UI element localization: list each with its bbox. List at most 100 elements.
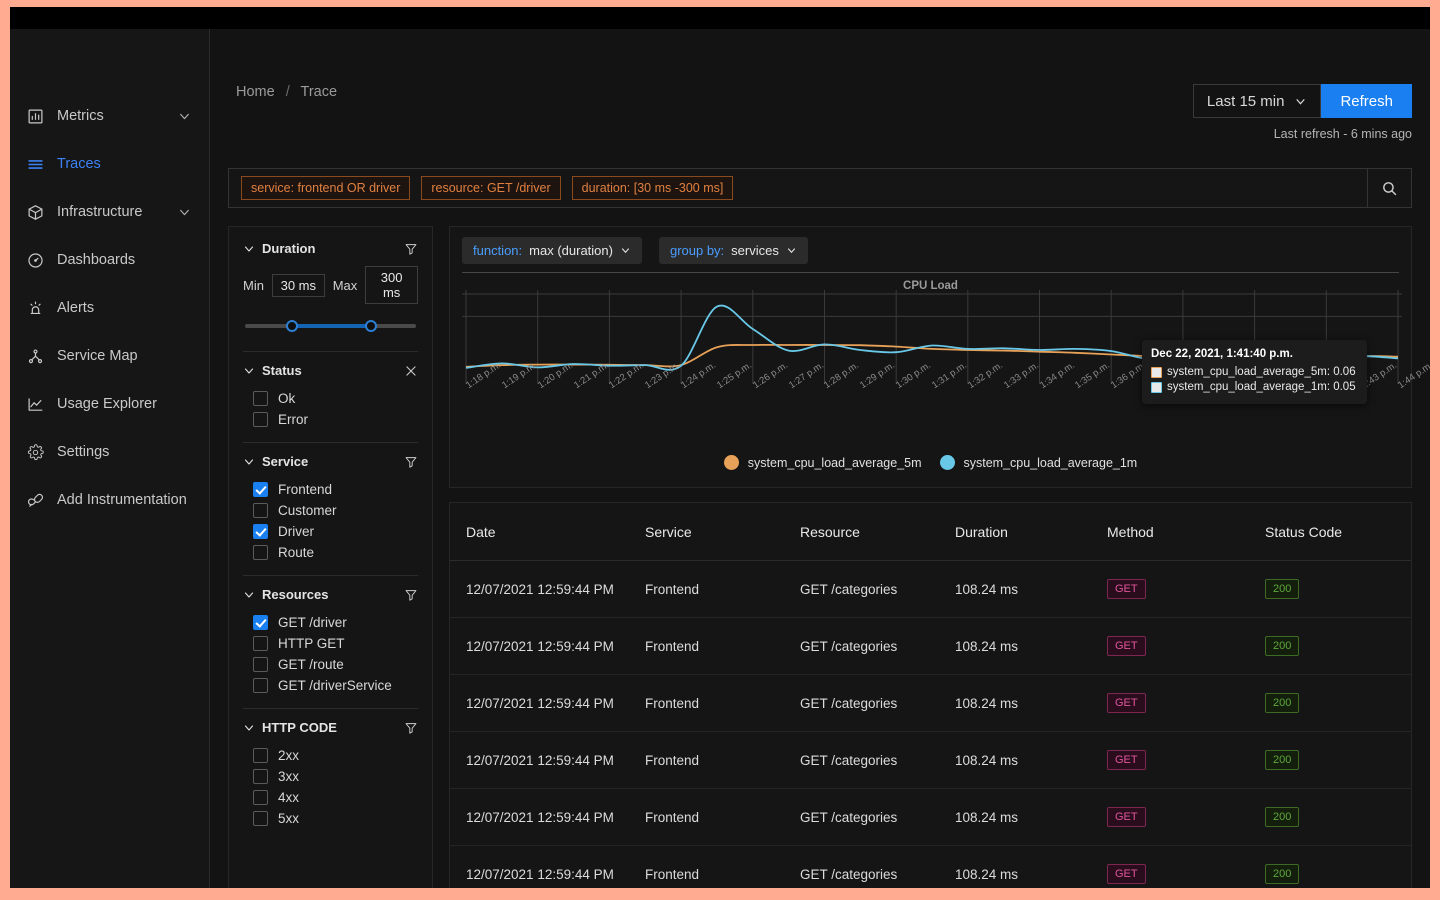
filter-option[interactable]: Frontend <box>243 479 418 500</box>
filter-chip[interactable]: service: frontend OR driver <box>241 176 411 200</box>
method-badge: GET <box>1107 579 1146 599</box>
sidebar-item-usage-explorer[interactable]: Usage Explorer <box>10 389 209 419</box>
table-row[interactable]: 12/07/2021 12:59:44 PM Frontend GET /categ… <box>450 617 1411 675</box>
filter-option[interactable]: GET /driverService <box>243 675 418 696</box>
search-bar[interactable]: service: frontend OR driver resource: GET… <box>228 168 1412 208</box>
breadcrumb-home[interactable]: Home <box>236 84 275 100</box>
sidebar-item-traces[interactable]: Traces <box>10 149 209 179</box>
chevron-down-icon <box>786 245 797 256</box>
time-range-select[interactable]: Last 15 min <box>1192 84 1322 118</box>
filter-option[interactable]: Customer <box>243 500 418 521</box>
legend-item[interactable]: system_cpu_load_average_5m <box>723 455 922 470</box>
filters-panel: Duration Min 30 ms Max 300 ms Status Ok Error Se… <box>228 226 433 888</box>
filter-chip[interactable]: duration: [30 ms -300 ms] <box>571 176 734 200</box>
cell-method: GET <box>1107 560 1265 618</box>
chevron-down-icon[interactable] <box>178 206 191 219</box>
filter-chip[interactable]: resource: GET /driver <box>421 176 561 200</box>
filter-option[interactable]: Route <box>243 542 418 563</box>
chevron-down-icon[interactable] <box>243 722 255 734</box>
filter-section-title: HTTP CODE <box>262 720 337 735</box>
chart-card: function: max (duration) group by: servi… <box>449 226 1430 488</box>
sidebar-item-settings[interactable]: Settings <box>10 437 209 467</box>
cell-date: 12/07/2021 12:59:44 PM <box>450 731 645 789</box>
table-column-header[interactable]: Method <box>1107 503 1265 561</box>
refresh-button[interactable]: Refresh <box>1321 84 1412 118</box>
group-by-select[interactable]: group by: services <box>658 237 808 264</box>
sidebar-item-infrastructure[interactable]: Infrastructure <box>10 197 209 227</box>
sidebar: Metrics Traces Infrastructure Dashboards Ale… <box>10 29 210 888</box>
sidebar-item-service-map[interactable]: Service Map <box>10 341 209 371</box>
duration-max-input[interactable]: 300 ms <box>365 266 418 304</box>
funnel-icon[interactable] <box>404 455 418 469</box>
chevron-down-icon[interactable] <box>243 589 255 601</box>
checkbox[interactable] <box>253 503 268 518</box>
checkbox[interactable] <box>253 412 268 427</box>
checkbox[interactable] <box>253 657 268 672</box>
table-column-header[interactable]: Duration <box>955 503 1107 561</box>
filter-option[interactable]: 4xx <box>243 787 418 808</box>
table-row[interactable]: 12/07/2021 12:59:44 PM Frontend GET /categ… <box>450 560 1411 618</box>
filter-option[interactable]: HTTP GET <box>243 633 418 654</box>
slider-fill <box>289 324 369 328</box>
checkbox[interactable] <box>253 748 268 763</box>
slider-min-handle[interactable] <box>286 320 299 332</box>
breadcrumb: Home / Trace <box>228 84 337 100</box>
cell-method: GET <box>1107 674 1265 732</box>
table-column-header[interactable]: Date <box>450 503 645 561</box>
filter-option[interactable]: 3xx <box>243 766 418 787</box>
checkbox[interactable] <box>253 391 268 406</box>
table-row[interactable]: 12/07/2021 12:59:44 PM Frontend GET /categ… <box>450 845 1411 888</box>
checkbox[interactable] <box>253 790 268 805</box>
slider-max-handle[interactable] <box>364 320 377 332</box>
duration-range-slider[interactable] <box>245 317 416 335</box>
table-header-row: Date Service Resource Duration Method Status … <box>450 503 1411 561</box>
checkbox[interactable] <box>253 615 268 630</box>
filter-option[interactable]: Driver <box>243 521 418 542</box>
chevron-down-icon[interactable] <box>243 243 255 255</box>
cell-resource: GET /categories <box>800 788 955 846</box>
sidebar-item-dashboards[interactable]: Dashboards <box>10 245 209 275</box>
checkbox[interactable] <box>253 678 268 693</box>
table-row[interactable]: 12/07/2021 12:59:44 PM Frontend GET /categ… <box>450 731 1411 789</box>
funnel-icon[interactable] <box>404 588 418 602</box>
cell-service: Frontend <box>645 560 800 618</box>
filter-option[interactable]: 2xx <box>243 745 418 766</box>
checkbox[interactable] <box>253 524 268 539</box>
browser-topbar <box>10 7 1430 29</box>
filter-option[interactable]: Error <box>243 409 418 430</box>
table-column-header[interactable]: Status Code <box>1265 503 1411 561</box>
sidebar-item-alerts[interactable]: Alerts <box>10 293 209 323</box>
checkbox[interactable] <box>253 769 268 784</box>
close-icon[interactable] <box>404 364 418 378</box>
table-row[interactable]: 12/07/2021 12:59:44 PM Frontend GET /categ… <box>450 788 1411 846</box>
search-button[interactable] <box>1367 169 1411 207</box>
duration-min-input[interactable]: 30 ms <box>271 273 325 297</box>
chevron-down-icon[interactable] <box>178 110 191 123</box>
filter-option[interactable]: GET /route <box>243 654 418 675</box>
checkbox[interactable] <box>253 636 268 651</box>
sidebar-item-add-instrumentation[interactable]: Add Instrumentation <box>10 485 209 515</box>
funnel-icon[interactable] <box>404 721 418 735</box>
funnel-icon[interactable] <box>404 242 418 256</box>
filter-section-title: Duration <box>262 241 316 256</box>
sidebar-item-label: Add Instrumentation <box>57 492 187 508</box>
table-column-header[interactable]: Service <box>645 503 800 561</box>
chevron-down-icon[interactable] <box>243 456 255 468</box>
checkbox[interactable] <box>253 545 268 560</box>
cell-date: 12/07/2021 12:59:44 PM <box>450 845 645 888</box>
checkbox[interactable] <box>253 811 268 826</box>
filter-option-label: 2xx <box>278 748 300 763</box>
filter-option[interactable]: GET /driver <box>243 612 418 633</box>
filter-option[interactable]: 5xx <box>243 808 418 829</box>
table-head: Date Service Resource Duration Method Status … <box>450 503 1411 561</box>
filter-option[interactable]: Ok <box>243 388 418 409</box>
sidebar-item-label: Settings <box>57 444 110 460</box>
table-row[interactable]: 12/07/2021 12:59:44 PM Frontend GET /categ… <box>450 674 1411 732</box>
legend-item[interactable]: system_cpu_load_average_1m <box>939 455 1137 470</box>
cell-duration: 108.24 ms <box>955 617 1107 675</box>
checkbox[interactable] <box>253 482 268 497</box>
function-select[interactable]: function: max (duration) <box>462 237 642 264</box>
chevron-down-icon[interactable] <box>243 365 255 377</box>
sidebar-item-metrics[interactable]: Metrics <box>10 101 209 131</box>
table-column-header[interactable]: Resource <box>800 503 955 561</box>
